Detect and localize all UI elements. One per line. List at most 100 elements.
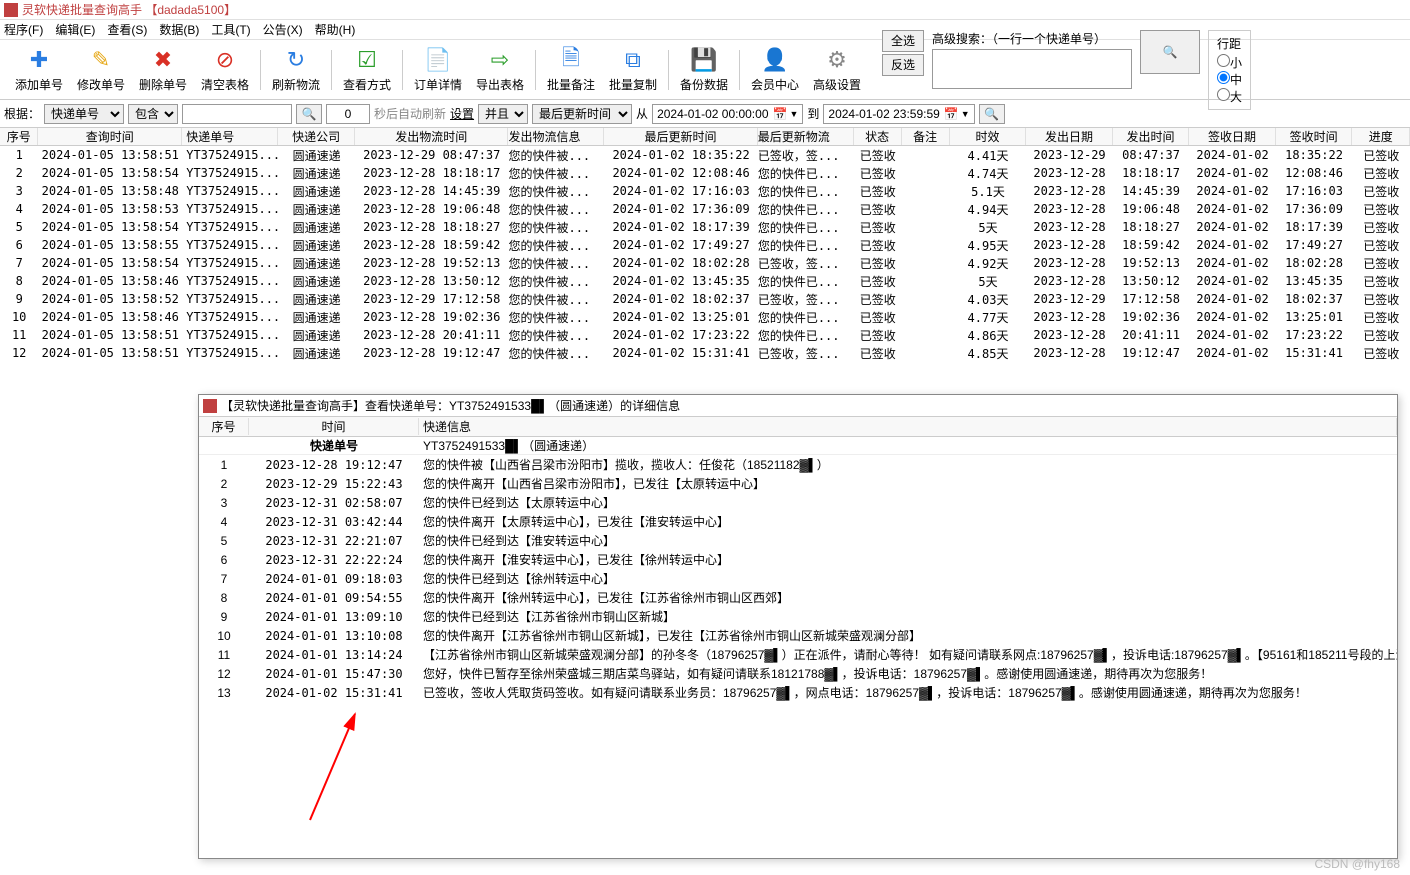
detail-button[interactable]: 📄订单详情 [407,43,469,97]
viewmode-button[interactable]: ☑查看方式 [336,43,398,97]
column-header[interactable]: 签收时间 [1276,128,1353,145]
menu-item[interactable]: 查看(S) [107,21,147,38]
from-date-picker[interactable]: 2024-01-02 00:00:00📅▼ [652,104,803,124]
invert-selection-button[interactable]: 反选 [882,54,924,76]
detail-row[interactable]: 12023-12-28 19:12:47您的快件被【山西省吕梁市汾阳市】揽收，揽… [199,455,1397,474]
detail-row[interactable]: 82024-01-01 09:54:55您的快件离开【徐州转运中心】，已发往【江… [199,588,1397,607]
column-header[interactable]: 查询时间 [38,128,182,145]
detail-row[interactable]: 72024-01-01 09:18:03您的快件已经到达【徐州转运中心】 [199,569,1397,588]
menu-item[interactable]: 编辑(E) [55,21,95,38]
select-all-button[interactable]: 全选 [882,30,924,52]
menu-item[interactable]: 工具(T) [211,21,250,38]
to-date-picker[interactable]: 2024-01-02 23:59:59📅▼ [823,104,974,124]
cell: 2024-01-02 [1189,274,1275,288]
cell: 4.86天 [950,327,1027,344]
table-row[interactable]: 122024-01-05 13:58:51YT37524915...圆通速递20… [0,344,1410,362]
edit-button[interactable]: ✎修改单号 [70,43,132,97]
refresh-button[interactable]: ↻刷新物流 [265,43,327,97]
filter-match-select[interactable]: 包含 [128,104,178,124]
cell: 20:41:11 [1113,328,1190,342]
filter-sort-select[interactable]: 最后更新时间 [532,104,632,124]
column-header[interactable]: 快递单号 [182,128,278,145]
cell: 已签收 [1352,291,1410,308]
detail-row[interactable]: 92024-01-01 13:09:10您的快件已经到达【江苏省徐州市铜山区新城… [199,607,1397,626]
table-row[interactable]: 62024-01-05 13:58:55YT37524915...圆通速递202… [0,236,1410,254]
line-spacing-option[interactable]: 中 [1217,71,1242,88]
table-row[interactable]: 82024-01-05 13:58:46YT37524915...圆通速递202… [0,272,1410,290]
column-header[interactable]: 发出日期 [1026,128,1112,145]
filter-search-input[interactable] [182,104,292,124]
member-button[interactable]: 👤会员中心 [744,43,806,97]
column-header[interactable]: 快递公司 [278,128,355,145]
column-header[interactable]: 发出物流时间 [355,128,508,145]
detail-row[interactable]: 62023-12-31 22:22:24您的快件离开【淮安转运中心】，已发往【徐… [199,550,1397,569]
column-header[interactable]: 最后更新时间 [604,128,757,145]
cell: 圆通速递 [278,165,355,182]
window-title: 灵软快递批量查询高手 【dadada5100】 [22,1,236,18]
filter-field-select[interactable]: 快递单号 [44,104,124,124]
batch-note-button[interactable]: 🗎批量备注 [540,43,602,97]
cell: 08:47:37 [1113,148,1190,162]
column-header[interactable]: 序号 [0,128,38,145]
line-spacing-option[interactable]: 大 [1217,88,1242,105]
cell: 2023-12-29 [1026,148,1112,162]
column-header[interactable]: 签收日期 [1189,128,1275,145]
table-row[interactable]: 102024-01-05 13:58:46YT37524915...圆通速递20… [0,308,1410,326]
cell: YT37524915... [182,328,278,342]
table-row[interactable]: 92024-01-05 13:58:52YT37524915...圆通速递202… [0,290,1410,308]
menu-item[interactable]: 公告(X) [263,21,303,38]
table-row[interactable]: 32024-01-05 13:58:48YT37524915...圆通速递202… [0,182,1410,200]
table-row[interactable]: 52024-01-05 13:58:54YT37524915...圆通速递202… [0,218,1410,236]
detail-column-header[interactable]: 序号 [199,418,249,435]
table-row[interactable]: 42024-01-05 13:58:53YT37524915...圆通速递202… [0,200,1410,218]
cell: 17:23:22 [1276,328,1353,342]
delete-button[interactable]: ✖删除单号 [132,43,194,97]
filter-root-label: 根据： [4,105,40,122]
detail-row[interactable]: 102024-01-01 13:10:08您的快件离开【江苏省徐州市铜山区新城】… [199,626,1397,645]
column-header[interactable]: 最后更新物流 [758,128,854,145]
settings-link[interactable]: 设置 [450,105,474,122]
calendar-icon: 📅 [944,107,959,121]
cell: 4.41天 [950,147,1027,164]
menu-item[interactable]: 帮助(H) [315,21,356,38]
column-header[interactable]: 发出物流信息 [508,128,604,145]
detail-row[interactable]: 112024-01-01 13:14:24【江苏省徐州市铜山区新城荣盛观澜分部】… [199,645,1397,664]
backup-button[interactable]: 💾备份数据 [673,43,735,97]
detail-row[interactable]: 132024-01-02 15:31:41已签收，签收人凭取货码签收。如有疑问请… [199,683,1397,702]
batch-copy-button[interactable]: ⧉批量复制 [602,43,664,97]
line-spacing-option[interactable]: 小 [1217,54,1242,71]
column-header[interactable]: 进度 [1352,128,1410,145]
column-header[interactable]: 备注 [902,128,950,145]
clear-button[interactable]: ⊘清空表格 [194,43,256,97]
filter-andor-select[interactable]: 并且 [478,104,528,124]
cell: 2024-01-02 [1189,148,1275,162]
detail-row[interactable]: 42023-12-31 03:42:44您的快件离开【太原转运中心】，已发往【淮… [199,512,1397,531]
detail-row[interactable]: 22023-12-29 15:22:43您的快件离开【山西省吕梁市汾阳市】，已发… [199,474,1397,493]
advanced-search-input[interactable] [932,49,1132,89]
column-header[interactable]: 状态 [854,128,902,145]
menu-item[interactable]: 程序(F) [4,21,43,38]
detail-row[interactable]: 32023-12-31 02:58:07您的快件已经到达【太原转运中心】 [199,493,1397,512]
date-search-button[interactable]: 🔍 [979,104,1005,124]
settings-button[interactable]: ⚙高级设置 [806,43,868,97]
filter-search-button[interactable]: 🔍 [296,104,322,124]
export-button[interactable]: ⇨导出表格 [469,43,531,97]
column-header[interactable]: 发出时间 [1113,128,1190,145]
main-grid: 序号查询时间快递单号快递公司发出物流时间发出物流信息最后更新时间最后更新物流状态… [0,128,1410,362]
detail-row[interactable]: 52023-12-31 22:21:07您的快件已经到达【淮安转运中心】 [199,531,1397,550]
cell: YT37524915... [182,292,278,306]
batch-copy-icon: ⧉ [619,46,647,74]
cell: 2024-01-02 [1189,220,1275,234]
menu-item[interactable]: 数据(B) [159,21,199,38]
detail-column-header[interactable]: 时间 [249,418,419,435]
table-row[interactable]: 112024-01-05 13:58:51YT37524915...圆通速递20… [0,326,1410,344]
detail-column-header[interactable]: 快递信息 [419,418,1397,435]
add-button[interactable]: ✚添加单号 [8,43,70,97]
cell: 您的快件被... [508,183,604,200]
advanced-search-button[interactable]: 🔍 [1140,30,1200,74]
table-row[interactable]: 72024-01-05 13:58:54YT37524915...圆通速递202… [0,254,1410,272]
column-header[interactable]: 时效 [950,128,1027,145]
table-row[interactable]: 12024-01-05 13:58:51YT37524915...圆通速递202… [0,146,1410,164]
table-row[interactable]: 22024-01-05 13:58:54YT37524915...圆通速递202… [0,164,1410,182]
detail-row[interactable]: 122024-01-01 15:47:30您好，快件已暂存至徐州荣盛城三期店菜鸟… [199,664,1397,683]
